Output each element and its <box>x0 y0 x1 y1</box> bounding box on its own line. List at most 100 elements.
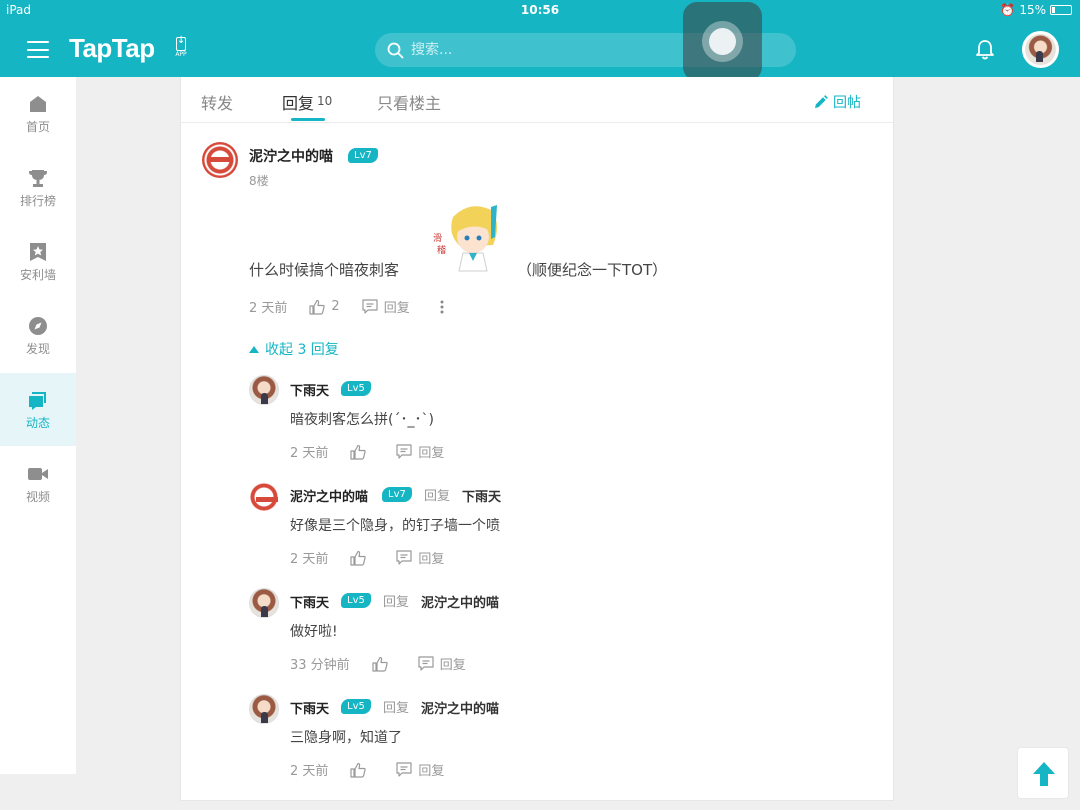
reply-target-name[interactable]: 下雨天 <box>462 486 501 505</box>
app-label: APP <box>175 51 187 58</box>
reply-target-name[interactable]: 泥泞之中的喵 <box>421 698 499 717</box>
reply-avatar[interactable] <box>249 588 279 618</box>
pencil-icon <box>815 94 828 108</box>
sidebar-item-label: 排行榜 <box>19 194 56 208</box>
comment-meta: 2 天前 2 回复 <box>249 297 444 316</box>
tab-label: 转发 <box>201 94 234 113</box>
top-header: TapTap APP <box>0 21 1080 77</box>
reply-count: 10 <box>317 94 333 108</box>
reply-meta: 2 天前 回复 <box>290 760 444 779</box>
reply-button[interactable]: 回复 <box>362 297 410 316</box>
reply-post-button[interactable]: 回帖 <box>813 92 861 112</box>
app-download-button[interactable]: APP <box>173 35 189 63</box>
reply-user-name[interactable]: 泥泞之中的喵 <box>290 486 368 505</box>
reply-text: 三隐身啊，知道了 <box>290 730 402 746</box>
trophy-icon <box>29 170 47 187</box>
level-badge: Lv5 <box>341 699 371 714</box>
sidebar-item-feed[interactable]: 动态 <box>0 373 76 446</box>
reply-meta: 2 天前 回复 <box>290 548 444 567</box>
tab-label: 回复 <box>282 94 315 113</box>
download-icon <box>176 35 186 51</box>
reply-user-name[interactable]: 下雨天 <box>290 592 329 611</box>
reply-label: 回复 <box>383 301 410 316</box>
commenter-avatar[interactable] <box>202 142 238 178</box>
like-button[interactable] <box>350 550 367 566</box>
collapse-replies-button[interactable]: 收起 3 回复 <box>249 339 339 359</box>
thumbs-up-icon <box>372 656 388 672</box>
reply-user-name[interactable]: 下雨天 <box>290 698 329 717</box>
star-icon <box>30 243 46 261</box>
reply-button[interactable]: 回复 <box>396 548 444 567</box>
reply-button[interactable]: 回复 <box>396 442 444 461</box>
tab-replies[interactable]: 回复 10 <box>282 90 332 114</box>
comment-text: 什么时候搞个暗夜刺客 <box>249 261 400 279</box>
thumbs-up-icon <box>350 444 367 460</box>
comment-icon <box>362 299 378 314</box>
reply-time: 2 天前 <box>290 552 329 567</box>
level-badge: Lv7 <box>382 487 412 502</box>
like-button[interactable] <box>350 444 367 460</box>
scroll-to-top-button[interactable] <box>1017 747 1069 799</box>
tab-repost[interactable]: 转发 <box>201 90 233 114</box>
sidebar-item-label: 首页 <box>25 120 50 134</box>
comment-time: 2 天前 <box>249 301 288 316</box>
user-avatar[interactable] <box>1022 31 1059 68</box>
reply-label: 回复 <box>418 764 445 779</box>
thumbs-up-icon <box>309 299 326 315</box>
reply-button[interactable]: 回复 <box>396 760 444 779</box>
comment-icon <box>418 656 434 671</box>
sidebar-item-home[interactable]: 首页 <box>0 77 76 150</box>
reply-text: 好像是三个隐身，的钉子墙一个喷 <box>290 518 500 534</box>
reply-avatar[interactable] <box>249 482 279 512</box>
more-options-icon[interactable] <box>440 300 444 314</box>
like-button[interactable] <box>350 762 367 778</box>
menu-icon[interactable] <box>27 41 49 58</box>
video-icon <box>28 468 48 480</box>
reply-button[interactable]: 回复 <box>418 654 466 673</box>
comment-icon <box>396 762 413 777</box>
level-badge: Lv7 <box>348 148 378 163</box>
reply-to-word: 回复 <box>424 489 451 504</box>
like-button[interactable] <box>372 656 388 672</box>
search-icon <box>387 42 404 59</box>
reply-text: 做好啦! <box>290 624 338 640</box>
reply-label: 回复 <box>418 552 445 567</box>
feed-icon <box>29 392 46 410</box>
anime-girl-sticker: 滑 稽 <box>433 205 497 272</box>
sidebar-item-video[interactable]: 视频 <box>0 447 76 520</box>
taptap-logo[interactable]: TapTap <box>69 33 155 64</box>
collapse-label: 收起 3 回复 <box>265 342 339 358</box>
battery-percent: 15% <box>1019 3 1046 17</box>
commenter-name[interactable]: 泥泞之中的喵 <box>249 146 333 166</box>
tab-only-op[interactable]: 只看楼主 <box>377 90 441 114</box>
assistive-touch-button[interactable] <box>683 2 762 81</box>
reply-label: 回复 <box>418 446 445 461</box>
reply-target-name[interactable]: 泥泞之中的喵 <box>421 592 499 611</box>
bell-icon[interactable] <box>974 39 996 61</box>
reply-to-word: 回复 <box>383 595 410 610</box>
sidebar-item-ranking[interactable]: 排行榜 <box>0 151 76 224</box>
reply-meta: 2 天前 回复 <box>290 442 444 461</box>
status-right: ⏰ 15% <box>1000 3 1072 17</box>
sidebar: 首页 排行榜 安利墙 发现 动态 视频 <box>0 77 76 774</box>
compass-icon <box>29 317 47 335</box>
reply-text: 暗夜刺客怎么拼(´･_･`) <box>290 412 434 428</box>
comment-text-tail: （顺便纪念一下TOT） <box>517 261 668 279</box>
level-badge: Lv5 <box>341 381 371 396</box>
sidebar-item-recommend-wall[interactable]: 安利墙 <box>0 225 76 298</box>
thumbs-up-icon <box>350 762 367 778</box>
sidebar-item-discover[interactable]: 发现 <box>0 299 76 372</box>
reply-avatar[interactable] <box>249 694 279 724</box>
reply-time: 2 天前 <box>290 446 329 461</box>
like-button[interactable]: 2 <box>309 299 340 315</box>
reply-card: 转发 回复 10 只看楼主 回帖 泥泞之中的喵 Lv7 8楼 什么时候搞个暗夜刺客… <box>180 77 894 801</box>
svg-text:滑: 滑 <box>433 233 442 244</box>
reply-avatar[interactable] <box>249 375 279 405</box>
level-badge: Lv5 <box>341 593 371 608</box>
sidebar-item-label: 动态 <box>25 416 50 430</box>
sidebar-item-label: 发现 <box>25 342 50 356</box>
home-icon <box>30 96 46 112</box>
reply-post-label: 回帖 <box>833 95 861 111</box>
thumbs-up-icon <box>350 550 367 566</box>
reply-user-name[interactable]: 下雨天 <box>290 380 329 399</box>
